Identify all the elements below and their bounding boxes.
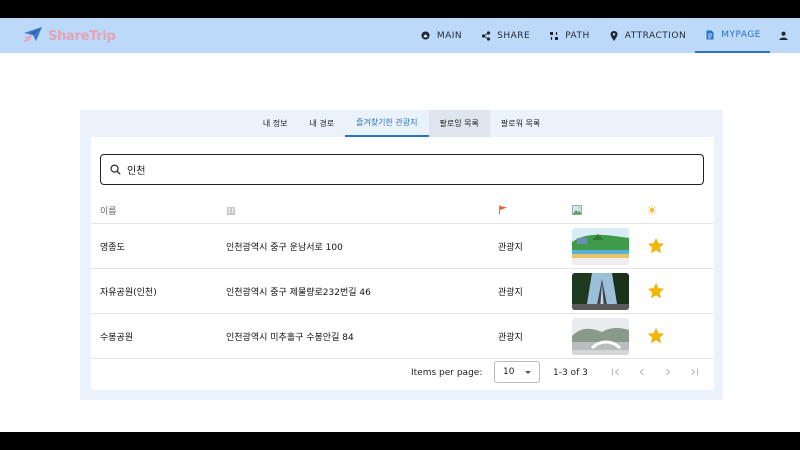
row-address: 인천광역시 미추홀구 수봉안길 84 — [226, 332, 354, 343]
nav-main-label: MAIN — [436, 30, 463, 41]
row-address: 인천광역시 중구 제물량로232번길 46 — [226, 287, 371, 298]
mypage-card: 내 정보 내 경로 즐겨찾기한 관광지 팔로잉 목록 팔로워 목록 이름 — [80, 110, 723, 400]
nav-main[interactable]: MAIN — [411, 18, 471, 53]
row-thumbnail[interactable] — [572, 224, 629, 268]
tab-my-info[interactable]: 내 정보 — [252, 110, 299, 137]
row-name: 영종도 — [100, 242, 125, 253]
chevron-left-icon — [639, 368, 644, 376]
picture-icon — [572, 197, 582, 223]
chevron-right-icon — [666, 368, 671, 376]
app-window: ShareTrip MAIN SHARE PATH ATTRACTION MYP… — [0, 18, 800, 432]
nav-attraction-label: ATTRACTION — [624, 30, 687, 41]
user-icon — [779, 30, 788, 42]
user-menu[interactable] — [770, 18, 800, 53]
document-icon — [704, 29, 716, 41]
row-type: 관광지 — [498, 287, 523, 298]
tab-bar: 내 정보 내 경로 즐겨찾기한 관광지 팔로잉 목록 팔로워 목록 — [80, 110, 723, 137]
tab-followers[interactable]: 팔로워 목록 — [490, 110, 551, 137]
nav-share-label: SHARE — [497, 30, 531, 41]
logo[interactable]: ShareTrip — [22, 24, 116, 48]
first-page-button[interactable] — [609, 365, 623, 379]
nav-mypage[interactable]: MYPAGE — [695, 18, 770, 53]
items-per-page-value: 10 — [503, 367, 515, 377]
pin-icon — [608, 30, 620, 42]
tab-following[interactable]: 팔로잉 목록 — [428, 110, 490, 137]
navbar: ShareTrip MAIN SHARE PATH ATTRACTION MYP… — [0, 18, 800, 53]
monument-photo — [572, 272, 629, 310]
search-icon — [110, 160, 121, 179]
path-icon — [548, 30, 560, 42]
table-header: 이름 — [91, 197, 714, 224]
chevron-down-icon — [525, 371, 531, 374]
row-address: 인천광역시 중구 운남서로 100 — [226, 242, 343, 253]
table-row[interactable]: 수봉공원 인천광역시 미추홀구 수봉안길 84 관광지 — [91, 314, 714, 359]
row-type: 관광지 — [498, 332, 523, 343]
table-row[interactable]: 영종도 인천광역시 중구 운남서로 100 관광지 — [91, 224, 714, 269]
row-type: 관광지 — [498, 242, 523, 253]
logo-text: ShareTrip — [48, 28, 116, 44]
nav-attraction[interactable]: ATTRACTION — [599, 18, 695, 53]
sun-icon — [647, 197, 657, 223]
table-row[interactable]: 자유공원(인천) 인천광역시 중구 제물량로232번길 46 관광지 — [91, 269, 714, 314]
first-page-icon — [611, 368, 619, 376]
airplane-icon — [22, 24, 44, 48]
row-thumbnail[interactable] — [572, 269, 629, 313]
search-box[interactable] — [100, 154, 704, 185]
building-icon — [226, 197, 236, 223]
nav-mypage-label: MYPAGE — [721, 29, 761, 40]
nav-share[interactable]: SHARE — [471, 18, 539, 53]
items-per-page-select[interactable]: 10 — [494, 361, 540, 383]
park-photo — [572, 317, 629, 355]
favorite-star-button[interactable] — [647, 224, 665, 268]
favorite-star-button[interactable] — [647, 314, 665, 358]
star-icon — [647, 327, 665, 344]
nav-path-label: PATH — [565, 30, 590, 41]
favorites-panel: 이름 영종도 인천광역시 중구 운남서로 100 관광지 — [91, 137, 714, 390]
flag-icon — [498, 197, 508, 223]
nav-path[interactable]: PATH — [539, 18, 599, 53]
home-icon — [420, 30, 432, 42]
star-icon — [647, 282, 665, 299]
pagination: Items per page: 10 1-3 of 3 — [91, 361, 714, 386]
search-input[interactable] — [127, 164, 667, 175]
row-thumbnail[interactable] — [572, 314, 629, 358]
header-name: 이름 — [100, 206, 117, 217]
items-per-page-label: Items per page: — [411, 368, 483, 378]
row-name: 수봉공원 — [100, 332, 134, 343]
last-page-icon — [691, 368, 699, 376]
prev-page-button[interactable] — [635, 365, 649, 379]
coast-photo — [572, 227, 629, 265]
next-page-button[interactable] — [661, 365, 675, 379]
share-icon — [480, 30, 492, 42]
tab-favorite-attractions[interactable]: 즐겨찾기한 관광지 — [345, 110, 429, 137]
row-name: 자유공원(인천) — [100, 287, 157, 298]
favorite-star-button[interactable] — [647, 269, 665, 313]
star-icon — [647, 237, 665, 254]
page-range: 1-3 of 3 — [553, 368, 588, 378]
last-page-button[interactable] — [687, 365, 701, 379]
tab-my-path[interactable]: 내 경로 — [298, 110, 345, 137]
